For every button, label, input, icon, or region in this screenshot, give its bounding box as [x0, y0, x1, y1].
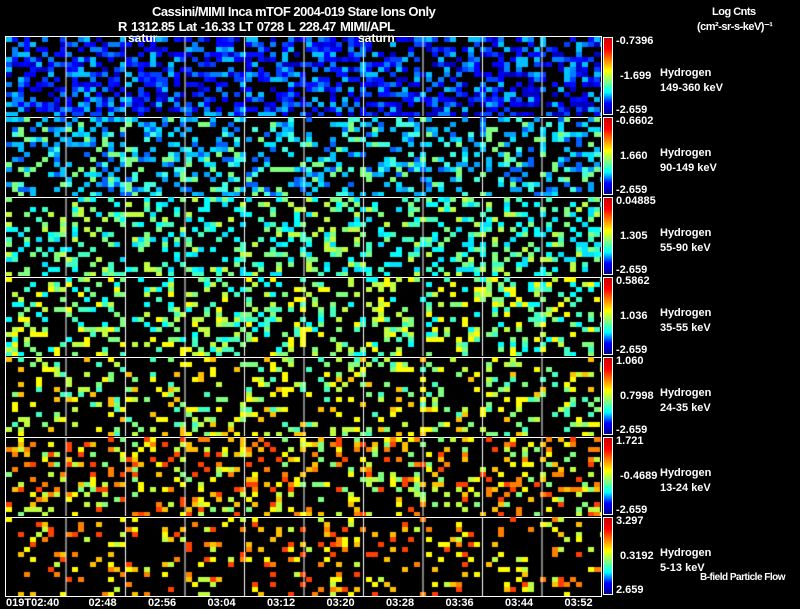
species-label: Hydrogen 13-24 keV: [660, 466, 711, 496]
saturn-label: saturn: [358, 31, 395, 45]
image-grid: [5, 36, 602, 597]
heatmap-panels: [6, 357, 601, 436]
colorbar-max-label: 1.721: [616, 435, 644, 447]
energy-row-149-360keV: [6, 37, 601, 118]
colorbar-units: (cm²-sr-s-keV)⁻¹: [697, 21, 773, 33]
colorbar: [603, 117, 613, 195]
time-tick-label: 03:44: [505, 597, 534, 609]
colorbar-mid-label: 0.7998: [620, 390, 654, 402]
energy-row-55-90keV: [6, 197, 601, 278]
species-name: Hydrogen: [660, 467, 712, 479]
colorbar-max-label: 1.060: [616, 355, 644, 367]
colorbar-mid-label: 1.036: [620, 310, 648, 322]
colorbar-units-label: Log Cnts: [712, 6, 756, 18]
energy-row-5-13keV: [6, 517, 601, 597]
colorbar: [603, 357, 613, 435]
time-tick-label: 03:36: [445, 597, 474, 609]
time-tick-label: 03:52: [564, 597, 593, 609]
time-tick-label: 02:56: [148, 597, 177, 609]
species-name: Hydrogen: [660, 67, 712, 79]
species-label: Hydrogen 24-35 keV: [660, 386, 711, 416]
energy-range: 149-360 keV: [660, 82, 723, 94]
colorbar: [603, 197, 613, 275]
species-name: Hydrogen: [660, 147, 712, 159]
heatmap-panels: [6, 197, 601, 276]
colorbar-max-label: 3.297: [616, 515, 644, 527]
energy-row-13-24keV: [6, 437, 601, 518]
colorbar-max-label: -0.7396: [616, 35, 654, 47]
plot-title: Cassini/MIMI Inca mTOF 2004-019 Stare Io…: [152, 4, 436, 19]
saturn-label: satur: [128, 31, 158, 45]
energy-range: 55-90 keV: [660, 242, 711, 254]
heatmap-panels: [6, 37, 601, 116]
colorbar-min-label: 2.659: [616, 584, 644, 596]
heatmap-panels: [6, 277, 601, 356]
colorbar-mid-label: -1.699: [620, 70, 652, 82]
energy-row-90-149keV: [6, 117, 601, 198]
species-name: Hydrogen: [660, 227, 712, 239]
colorbar-max-label: 0.04885: [616, 195, 656, 207]
species-name: Hydrogen: [660, 307, 712, 319]
bfield-legend: B-field Particle Flow: [700, 572, 786, 583]
time-tick-label: 03:20: [326, 597, 355, 609]
time-tick-label: 03:04: [207, 597, 236, 609]
time-tick-label: 019T02:40: [6, 597, 60, 609]
colorbar-mid-label: -0.4689: [620, 470, 658, 482]
colorbar: [603, 517, 613, 595]
time-tick-label: 03:12: [267, 597, 296, 609]
colorbar-max-label: -0.6602: [616, 115, 654, 127]
energy-row-24-35keV: [6, 357, 601, 438]
colorbar: [603, 37, 613, 115]
colorbar-mid-label: 1.660: [620, 150, 648, 162]
species-name: Hydrogen: [660, 547, 712, 559]
energy-range: 35-55 keV: [660, 322, 711, 334]
species-label: Hydrogen 149-360 keV: [660, 66, 723, 96]
heatmap-panels: [6, 437, 601, 516]
species-label: Hydrogen 35-55 keV: [660, 306, 711, 336]
time-tick-label: 02:48: [88, 597, 117, 609]
time-tick-label: 03:28: [386, 597, 415, 609]
energy-range: 13-24 keV: [660, 482, 711, 494]
heatmap-panels: [6, 517, 601, 596]
colorbar-mid-label: 1.305: [620, 230, 648, 242]
orbit-info: R 1312.85 Lat -16.33 LT 0728 L 228.47 MI…: [118, 19, 395, 34]
species-label: Hydrogen 55-90 keV: [660, 226, 711, 256]
energy-row-35-55keV: [6, 277, 601, 358]
colorbar-mid-label: 0.3192: [620, 550, 654, 562]
energy-range: 24-35 keV: [660, 402, 711, 414]
species-name: Hydrogen: [660, 387, 712, 399]
species-label: Hydrogen 90-149 keV: [660, 146, 717, 176]
colorbar: [603, 437, 613, 515]
energy-range: 90-149 keV: [660, 162, 717, 174]
heatmap-panels: [6, 117, 601, 196]
colorbar-max-label: 0.5862: [616, 275, 650, 287]
colorbar: [603, 277, 613, 355]
